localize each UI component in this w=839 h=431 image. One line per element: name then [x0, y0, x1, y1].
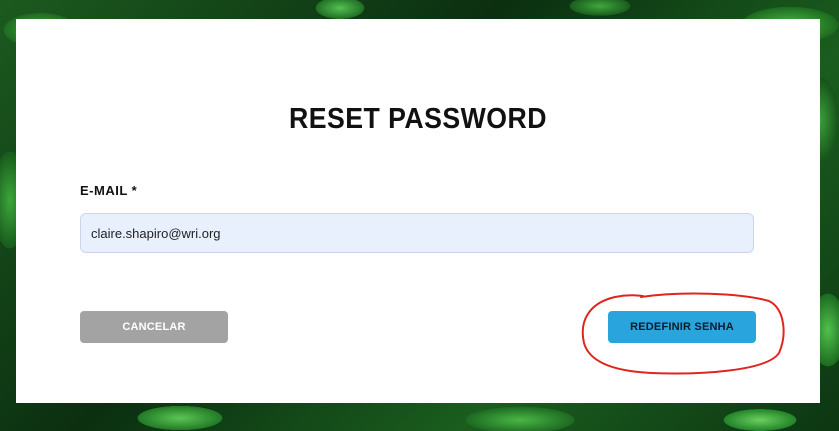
reset-password-card: RESET PASSWORD E-MAIL * CANCELAR REDEFIN…: [16, 19, 820, 403]
cancel-button[interactable]: CANCELAR: [80, 311, 228, 343]
email-field[interactable]: [80, 213, 754, 253]
page-title: RESET PASSWORD: [289, 103, 547, 135]
email-label: E-MAIL *: [80, 183, 138, 198]
reset-password-button[interactable]: REDEFINIR SENHA: [608, 311, 756, 343]
